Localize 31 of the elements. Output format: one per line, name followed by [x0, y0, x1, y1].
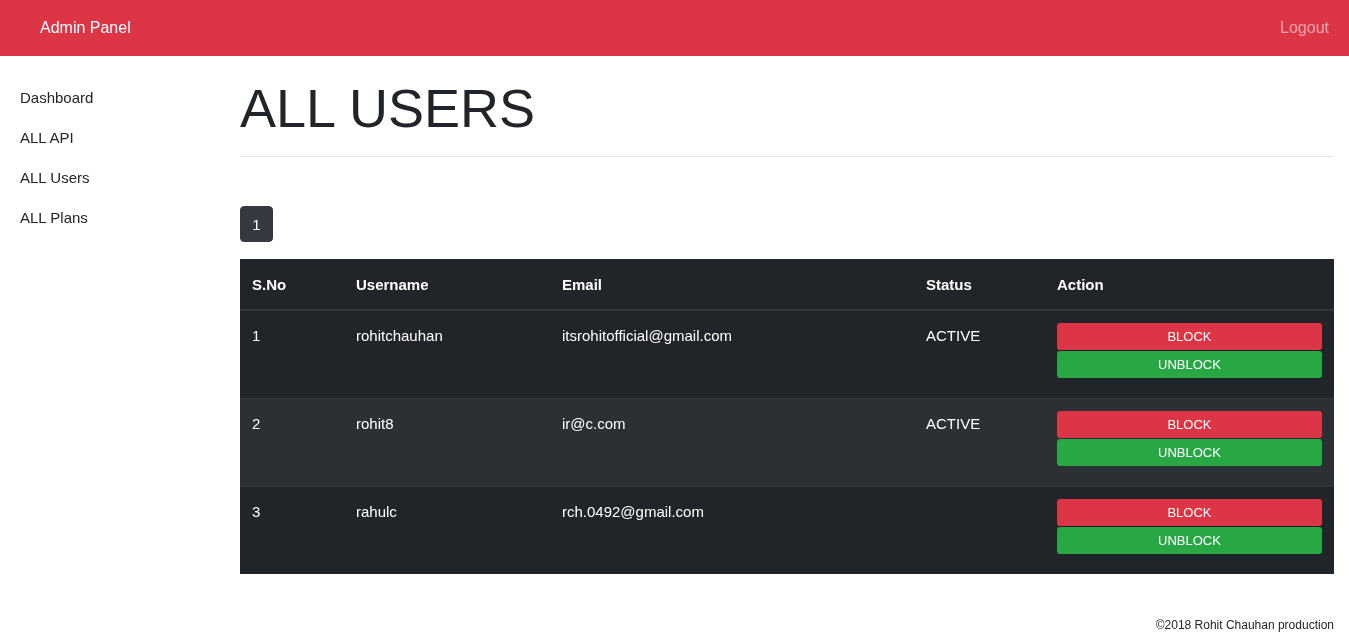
- page-button[interactable]: 1: [240, 206, 273, 242]
- table-cell: 3: [240, 486, 344, 574]
- column-header: Username: [344, 259, 550, 310]
- sidebar-item[interactable]: ALL Users: [20, 168, 90, 188]
- table-cell: rohit8: [344, 398, 550, 487]
- table-cell: 1: [240, 310, 344, 399]
- page-title: ALL USERS: [240, 77, 537, 140]
- table-cell: ACTIVE: [914, 398, 1045, 487]
- table-cell: 2: [240, 398, 344, 487]
- sidebar-item[interactable]: ALL API: [20, 128, 74, 148]
- sidebar-item[interactable]: ALL Plans: [20, 208, 88, 228]
- footer-text: ©2018 Rohit Chauhan production: [1155, 618, 1334, 632]
- unblock-button[interactable]: UNBLOCK: [1057, 439, 1322, 466]
- block-button[interactable]: BLOCK: [1057, 499, 1322, 526]
- sidebar-item[interactable]: Dashboard: [20, 88, 94, 108]
- column-header: S.No: [240, 259, 344, 310]
- unblock-button[interactable]: UNBLOCK: [1057, 351, 1322, 378]
- block-button[interactable]: BLOCK: [1057, 411, 1322, 438]
- table-cell: itsrohitofficial@gmail.com: [550, 310, 914, 399]
- table-cell: ACTIVE: [914, 310, 1045, 399]
- unblock-button[interactable]: UNBLOCK: [1057, 527, 1322, 554]
- column-header: Action: [1045, 259, 1334, 310]
- brand-link[interactable]: Admin Panel: [40, 19, 131, 37]
- column-header: Email: [550, 259, 914, 310]
- table-cell: ir@c.com: [550, 398, 914, 487]
- table-cell: rch.0492@gmail.com: [550, 486, 914, 574]
- table-cell: rahulc: [344, 486, 550, 574]
- table-cell: rohitchauhan: [344, 310, 550, 399]
- column-header: Status: [914, 259, 1045, 310]
- logout-link[interactable]: Logout: [1280, 19, 1329, 37]
- block-button[interactable]: BLOCK: [1057, 323, 1322, 350]
